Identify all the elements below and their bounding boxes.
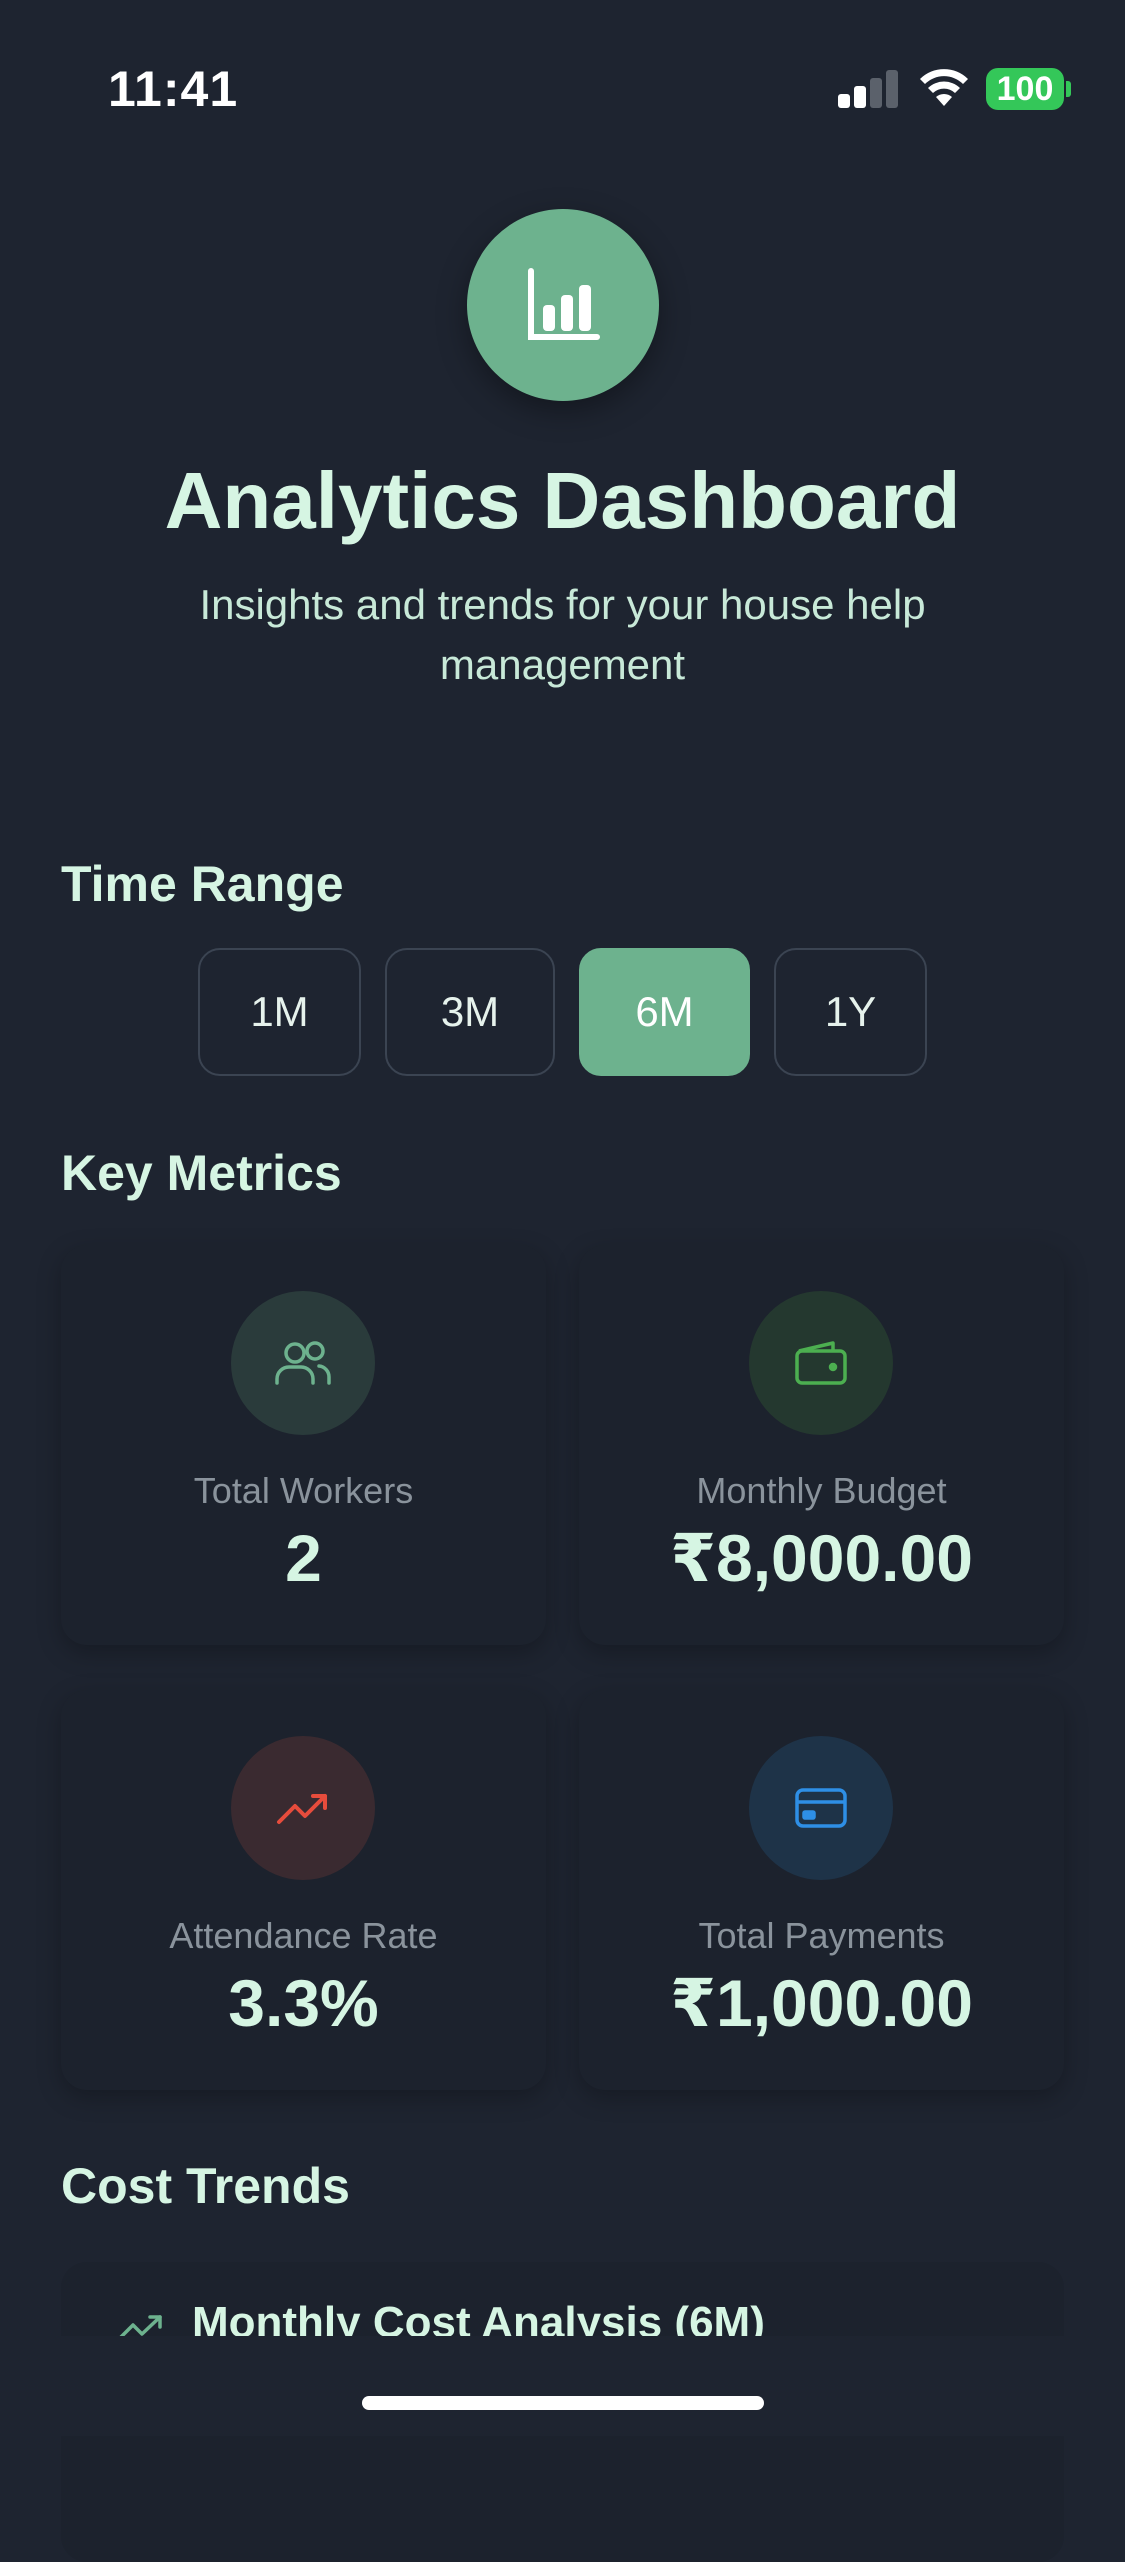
metric-card-total-workers[interactable]: Total Workers 2 (61, 1245, 546, 1645)
metric-label: Monthly Budget (696, 1470, 947, 1511)
cost-trends-title: Cost Trends (61, 2158, 350, 2214)
page-subtitle: Insights and trends for your house help … (199, 581, 926, 688)
metric-label: Attendance Rate (169, 1915, 438, 1956)
metric-value: ₹1,000.00 (670, 1966, 973, 2040)
metric-value: 2 (285, 1521, 322, 1595)
wallet-icon (749, 1291, 893, 1435)
page-title: Analytics Dashboard (164, 456, 961, 545)
key-metrics-title: Key Metrics (61, 1145, 342, 1201)
metric-value: ₹8,000.00 (670, 1521, 973, 1595)
range-button-3m[interactable]: 3M (385, 948, 555, 1076)
metric-label: Total Workers (193, 1470, 414, 1511)
status-time: 11:41 (108, 61, 239, 117)
time-range-title: Time Range (61, 856, 344, 912)
metric-card-attendance-rate[interactable]: Attendance Rate 3.3% (61, 1690, 546, 2090)
home-indicator[interactable] (362, 2396, 764, 2410)
bottom-safe-area (0, 2336, 1125, 2436)
battery-tip (1066, 81, 1071, 97)
users-icon (231, 1291, 375, 1435)
range-button-6m[interactable]: 6M (579, 948, 750, 1076)
credit-card-icon (749, 1736, 893, 1880)
battery-indicator: 100 (986, 68, 1064, 110)
range-button-1y[interactable]: 1Y (774, 948, 927, 1076)
metric-value: 3.3% (228, 1966, 379, 2040)
metric-card-monthly-budget[interactable]: Monthly Budget ₹8,000.00 (579, 1245, 1064, 1645)
range-button-1m[interactable]: 1M (198, 948, 361, 1076)
wifi-icon (918, 66, 970, 108)
metric-label: Total Payments (698, 1915, 945, 1956)
metric-card-total-payments[interactable]: Total Payments ₹1,000.00 (579, 1690, 1064, 2090)
cellular-signal-icon (838, 66, 900, 108)
bar-chart-icon (467, 209, 659, 401)
trending-up-icon (231, 1736, 375, 1880)
